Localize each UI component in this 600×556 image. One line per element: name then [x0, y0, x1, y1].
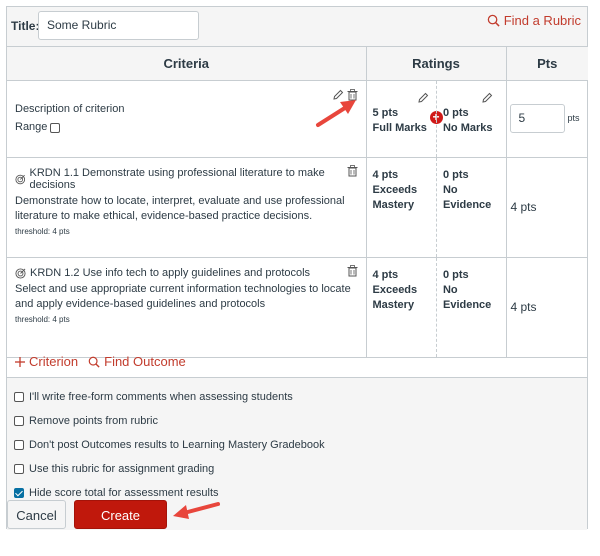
pencil-icon[interactable]: [481, 92, 493, 104]
rating[interactable]: 0 pts No Marks: [435, 81, 506, 157]
rating-label: No Marks: [442, 122, 493, 134]
search-icon: [88, 356, 100, 368]
criteria-header: Criteria: [7, 46, 367, 81]
points-value: 4 pts: [510, 300, 537, 314]
range-checkbox[interactable]: [50, 123, 61, 133]
create-rubric-button[interactable]: Create Rubric: [74, 500, 167, 550]
criterion-cell: Description of criterion Range: [7, 80, 367, 158]
outcome-title-text: KRDN 1.1 Demonstrate using professional …: [29, 167, 325, 191]
ratings-cell: 4 pts Exceeds Mastery 0 pts No Evidence: [365, 157, 507, 258]
criterion-row: Description of criterion Range 5 pts Ful…: [7, 80, 588, 158]
trash-icon[interactable]: [347, 165, 358, 177]
criterion-row: KRDN 1.2 Use info tech to apply guidelin…: [7, 257, 588, 358]
title-label: Title:: [11, 19, 40, 33]
option-label: I'll write free-form comments when asses…: [29, 391, 293, 403]
outcome-title: KRDN 1.1 Demonstrate using professional …: [15, 167, 358, 191]
range-label: Range: [15, 121, 48, 133]
criterion-row: KRDN 1.1 Demonstrate using professional …: [7, 157, 588, 258]
rating-pts: 4 pts: [372, 169, 399, 181]
rating-label: No: [442, 284, 458, 296]
rating-pts: 0 pts: [442, 107, 469, 119]
pts-header: Pts: [505, 46, 588, 81]
rating-label: Full Marks: [372, 122, 427, 134]
points-value: 4 pts: [510, 200, 537, 214]
cancel-button[interactable]: Cancel: [7, 500, 66, 529]
option-checkbox[interactable]: [14, 488, 24, 498]
add-links: Criterion Find Outcome: [15, 354, 186, 369]
rating-label: Mastery: [372, 199, 415, 211]
option-checkbox[interactable]: [14, 440, 24, 450]
add-criterion-link[interactable]: Criterion: [15, 354, 78, 369]
rating-label: No: [442, 184, 458, 196]
search-icon: [487, 14, 500, 27]
annotation-arrow-icon: [316, 100, 356, 127]
outcome-target-icon: [15, 267, 26, 279]
find-outcome-label: Find Outcome: [104, 354, 186, 369]
rubric-table: Criteria Ratings Pts Description of crit…: [7, 46, 588, 358]
pts-cell: 4 pts: [505, 257, 588, 358]
find-outcome-link[interactable]: Find Outcome: [88, 354, 186, 369]
rating: 4 pts Exceeds Mastery: [367, 158, 436, 257]
rating-label: Exceeds: [372, 284, 418, 296]
rubric-editor: Title: Some Rubric Find a Rubric Criteri…: [6, 6, 588, 530]
criterion-description: Select and use appropriate current infor…: [15, 283, 351, 310]
pencil-icon[interactable]: [417, 92, 429, 104]
rating-label: Evidence: [442, 299, 492, 311]
rating[interactable]: 5 pts Full Marks +: [367, 81, 443, 157]
add-criterion-label: Criterion: [29, 354, 79, 369]
option-label: Don't post Outcomes results to Learning …: [29, 439, 325, 451]
find-rubric-link[interactable]: Find a Rubric: [487, 13, 581, 28]
rating: 0 pts No Evidence: [435, 258, 506, 357]
option-dont-post-outcomes[interactable]: Don't post Outcomes results to Learning …: [14, 439, 325, 451]
rating: 0 pts No Evidence: [435, 158, 506, 257]
rating-label: Mastery: [372, 299, 415, 311]
find-rubric-label: Find a Rubric: [503, 13, 581, 28]
table-header-row: Criteria Ratings Pts: [7, 46, 588, 81]
outcome-target-icon: [15, 174, 26, 184]
annotation-arrow-icon: [173, 502, 220, 519]
trash-icon[interactable]: [347, 265, 358, 277]
option-checkbox[interactable]: [14, 416, 24, 426]
option-free-form-comments[interactable]: I'll write free-form comments when asses…: [14, 391, 293, 403]
threshold: threshold: 4 pts: [15, 315, 70, 324]
rating-label: Evidence: [442, 199, 492, 211]
rating-pts: 5 pts: [372, 107, 399, 119]
criterion-cell: KRDN 1.2 Use info tech to apply guidelin…: [7, 257, 367, 358]
criterion-description: Demonstrate how to locate, interpret, ev…: [15, 195, 345, 222]
ratings-header: Ratings: [365, 46, 507, 81]
criterion-cell: KRDN 1.1 Demonstrate using professional …: [7, 157, 367, 258]
outcome-title-text: KRDN 1.2 Use info tech to apply guidelin…: [30, 267, 311, 279]
points-input[interactable]: 5: [509, 104, 565, 133]
outcome-title: KRDN 1.2 Use info tech to apply guidelin…: [15, 267, 358, 279]
option-label: Remove points from rubric: [29, 415, 158, 427]
rating-pts: 4 pts: [372, 269, 399, 281]
rating-label: Exceeds: [372, 184, 418, 196]
rating: 4 pts Exceeds Mastery: [367, 258, 436, 357]
option-remove-points[interactable]: Remove points from rubric: [14, 415, 158, 427]
title-row: Title: Some Rubric Find a Rubric: [7, 7, 587, 47]
option-label: Use this rubric for assignment grading: [29, 463, 215, 475]
pts-cell: 5 pts: [505, 80, 588, 158]
threshold: threshold: 4 pts: [15, 227, 70, 236]
pts-cell: 4 pts: [505, 157, 588, 258]
ratings-cell: 4 pts Exceeds Mastery 0 pts No Evidence: [365, 257, 507, 358]
option-use-for-grading[interactable]: Use this rubric for assignment grading: [14, 463, 214, 475]
option-checkbox[interactable]: [14, 392, 24, 402]
points-unit: pts: [567, 113, 580, 123]
range-option: Range: [15, 121, 358, 133]
criterion-description: Description of criterion: [15, 103, 125, 115]
rating-pts: 0 pts: [442, 269, 469, 281]
option-checkbox[interactable]: [14, 464, 24, 474]
rating-pts: 0 pts: [442, 169, 469, 181]
title-input[interactable]: Some Rubric: [38, 11, 199, 40]
ratings-cell: 5 pts Full Marks + 0 pts No Marks: [365, 80, 507, 158]
plus-icon: [15, 356, 25, 367]
